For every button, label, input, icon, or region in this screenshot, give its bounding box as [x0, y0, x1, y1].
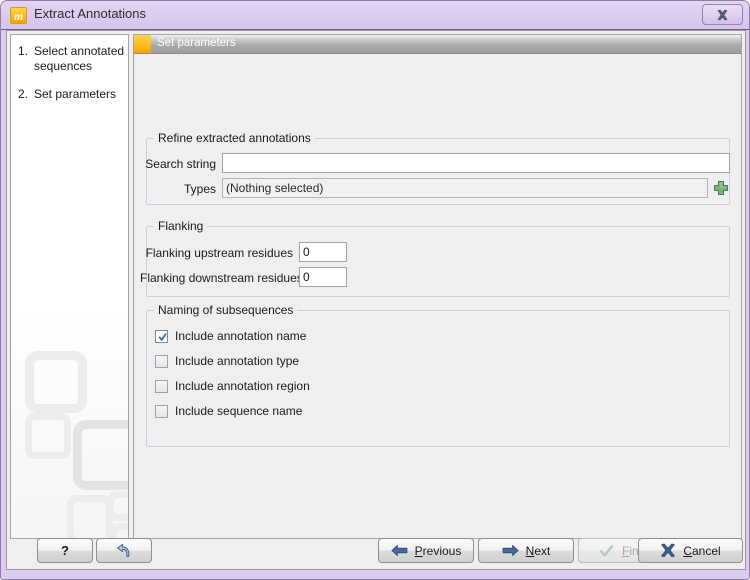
watermark-square [110, 523, 128, 538]
next-button-label: Next [525, 543, 551, 558]
arrow-left-icon [391, 544, 408, 557]
flanking-downstream-label: Flanking downstream residues [140, 271, 303, 285]
checkbox-label: Include annotation name [175, 329, 307, 343]
types-field[interactable] [222, 178, 708, 198]
checkbox-box [155, 379, 168, 393]
flanking-downstream-input[interactable] [299, 267, 347, 287]
cancel-button-label: Cancel [683, 543, 721, 558]
sidebar-step-2-number: 2. [18, 87, 29, 101]
flanking-upstream-input[interactable] [299, 242, 347, 262]
section-header: Set parameters [134, 35, 741, 54]
section-header-title: Set parameters [157, 37, 236, 49]
title-bar: m Extract Annotations [1, 1, 749, 30]
previous-button-label: Previous [414, 543, 462, 558]
parameters-panel: Set parameters Refine extracted annotati… [133, 34, 742, 539]
cancel-button[interactable]: Cancel [638, 538, 743, 563]
plus-icon [712, 180, 730, 200]
add-type-button[interactable] [712, 179, 730, 197]
checkbox-include-annotation-type[interactable]: Include annotation type [155, 354, 299, 368]
checkbox-label: Include annotation type [175, 354, 300, 368]
step-list: 1. Select annotated sequences 2. Set par… [11, 35, 128, 102]
next-button[interactable]: Next [478, 538, 574, 563]
app-logo-icon: m [10, 7, 27, 24]
extract-annotations-dialog: m Extract Annotations 1. Select annotate… [0, 0, 750, 580]
reset-button[interactable] [96, 538, 152, 563]
arrow-right-icon [502, 544, 519, 557]
sidebar-step-1[interactable]: 1. Select annotated sequences [18, 44, 128, 74]
sidebar-step-1-label: Select annotated sequences [34, 44, 125, 73]
wizard-step-sidebar: 1. Select annotated sequences 2. Set par… [10, 34, 129, 539]
types-label: Types [183, 182, 216, 196]
dialog-body: 1. Select annotated sequences 2. Set par… [6, 30, 746, 570]
refine-annotations-group-title: Refine extracted annotations [154, 131, 315, 145]
watermark-square [25, 413, 71, 459]
sidebar-step-2[interactable]: 2. Set parameters [18, 87, 128, 102]
checkbox-include-annotation-name[interactable]: Include annotation name [155, 329, 306, 343]
undo-arrow-icon [115, 543, 133, 559]
section-header-accent-icon [134, 35, 151, 53]
checkbox-label: Include annotation region [175, 379, 310, 393]
checkbox-box [155, 329, 168, 343]
flanking-upstream-label: Flanking upstream residues [145, 246, 293, 260]
search-string-input[interactable] [222, 153, 730, 173]
watermark-square [73, 420, 128, 490]
dialog-button-bar: ? Previous Next F Cancel [10, 538, 743, 566]
checkbox-label: Include sequence name [175, 404, 303, 418]
previous-button[interactable]: Previous [378, 538, 474, 563]
close-icon [703, 9, 742, 21]
flanking-group-title: Flanking [154, 219, 208, 233]
sidebar-step-2-label: Set parameters [34, 87, 117, 101]
sidebar-step-1-number: 1. [18, 44, 29, 58]
checkbox-include-sequence-name[interactable]: Include sequence name [155, 404, 302, 418]
watermark-square [107, 491, 128, 521]
help-button[interactable]: ? [37, 538, 93, 563]
search-string-label: Search string [145, 157, 216, 171]
watermark-square [25, 351, 87, 413]
checkmark-icon [598, 544, 615, 558]
naming-subsequences-group-title: Naming of subsequences [154, 303, 298, 317]
checkbox-box [155, 404, 168, 418]
checkbox-include-annotation-region[interactable]: Include annotation region [155, 379, 310, 393]
checkbox-box [155, 354, 168, 368]
window-title: Extract Annotations [34, 6, 147, 21]
close-button[interactable] [702, 4, 743, 25]
question-mark-icon: ? [61, 543, 69, 558]
cross-icon [660, 543, 676, 558]
flanking-group: Flanking [146, 219, 730, 297]
